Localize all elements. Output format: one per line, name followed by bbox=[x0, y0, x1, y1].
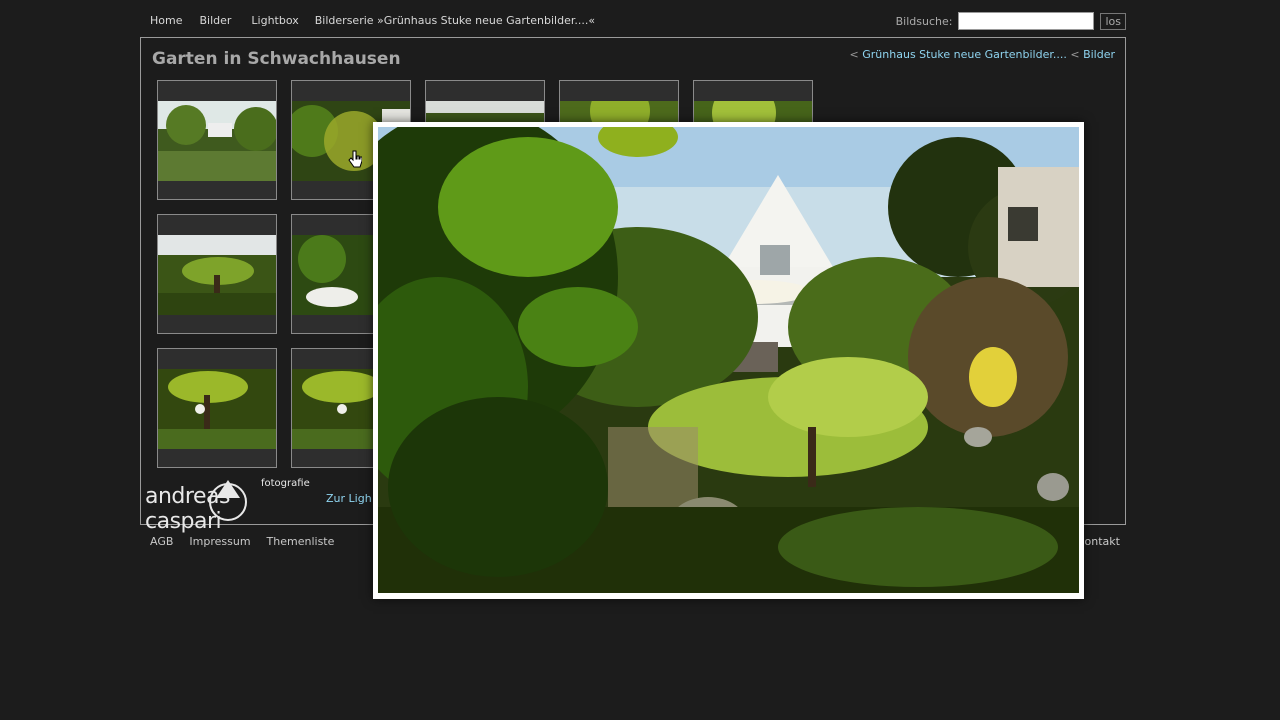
breadcrumb-separator: < bbox=[849, 48, 859, 61]
search-label: Bildsuche: bbox=[895, 14, 953, 28]
page-title: Garten in Schwachhausen bbox=[152, 49, 401, 69]
thumbnail[interactable] bbox=[157, 80, 277, 200]
lightbox-link[interactable]: Zur Ligh bbox=[326, 492, 372, 505]
thumbnail-image bbox=[158, 235, 276, 315]
breadcrumb-series-link[interactable]: Grünhaus Stuke neue Gartenbilder.... bbox=[862, 48, 1067, 61]
lightbox-photo bbox=[378, 127, 1079, 593]
footer-impressum[interactable]: Impressum bbox=[189, 535, 250, 548]
nav-home[interactable]: Home bbox=[150, 14, 182, 30]
breadcrumb-bilder-link[interactable]: Bilder bbox=[1083, 48, 1115, 61]
lightbox-overlay[interactable] bbox=[373, 122, 1084, 599]
nav-bilder[interactable]: Bilder bbox=[199, 14, 231, 30]
logo-name: andreas caspari bbox=[145, 484, 230, 534]
thumbnail-image bbox=[158, 369, 276, 449]
search-bar: Bildsuche: los bbox=[896, 12, 1126, 30]
thumbnail[interactable] bbox=[157, 348, 277, 468]
search-input[interactable] bbox=[958, 12, 1095, 30]
hand-cursor-icon bbox=[348, 150, 362, 168]
logo-tagline: fotografie bbox=[261, 478, 310, 489]
search-button[interactable]: los bbox=[1100, 12, 1126, 30]
footer-kontakt[interactable]: ontakt bbox=[1085, 535, 1120, 548]
breadcrumb: < Grünhaus Stuke neue Gartenbilder.... <… bbox=[850, 48, 1115, 61]
footer-nav: AGB Impressum Themenliste bbox=[150, 535, 334, 548]
footer-themenliste[interactable]: Themenliste bbox=[267, 535, 335, 548]
thumbnail-image bbox=[158, 101, 276, 181]
top-nav: Home Bilder Lightbox Bilderserie »Grünha… bbox=[150, 14, 595, 30]
logo: andreas caspari fotografie bbox=[145, 478, 310, 534]
footer-agb[interactable]: AGB bbox=[150, 535, 173, 548]
nav-bilderserie[interactable]: Bilderserie »Grünhaus Stuke neue Gartenb… bbox=[315, 14, 595, 30]
thumbnail[interactable] bbox=[157, 214, 277, 334]
nav-lightbox[interactable]: Lightbox bbox=[251, 14, 298, 30]
breadcrumb-separator: < bbox=[1070, 48, 1080, 61]
